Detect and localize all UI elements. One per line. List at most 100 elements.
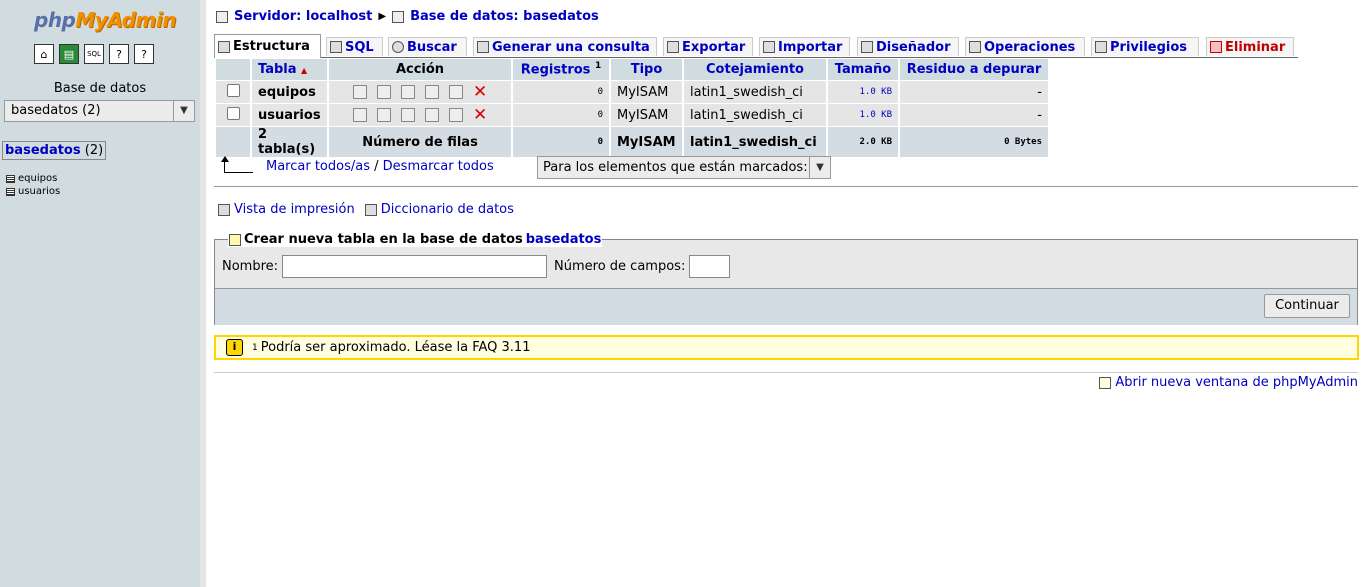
import-icon: [763, 41, 775, 53]
sort-asc-icon: ▲: [301, 66, 308, 75]
header-tipo[interactable]: Tipo: [611, 59, 682, 80]
uncheck-all-link[interactable]: Desmarcar todos: [383, 159, 494, 174]
export-icon: [667, 41, 679, 53]
fields-count-input[interactable]: [689, 255, 731, 278]
browse-icon[interactable]: [353, 108, 367, 122]
chevron-down-icon: ▼: [173, 101, 194, 121]
check-links: Marcar todos/as / Desmarcar todos: [266, 159, 494, 174]
summary-label: Número de filas: [329, 127, 511, 157]
row-checkbox-cell: [216, 104, 250, 126]
new-table-icon: [229, 233, 241, 246]
print-icon: [218, 203, 230, 216]
tab-importar[interactable]: Importar: [759, 37, 850, 56]
frame-divider[interactable]: [200, 0, 206, 587]
collation-value: latin1_swedish_ci: [684, 81, 826, 103]
table-header-row: Tabla ▲ Acción Registros 1 Tipo Cotejami…: [216, 59, 1048, 80]
tab-operaciones[interactable]: Operaciones: [965, 37, 1085, 56]
nav-icon-bar: ⌂ ▤ SQL ? ?: [34, 44, 154, 64]
header-checkbox-col: [216, 59, 250, 80]
row-actions: ✕: [329, 81, 511, 103]
search-icon[interactable]: [401, 108, 415, 122]
name-label: Nombre:: [222, 259, 279, 274]
empty-icon[interactable]: [449, 108, 463, 122]
table-name-input[interactable]: [282, 255, 548, 278]
arrow-up-icon: [221, 156, 253, 173]
search-icon[interactable]: [401, 85, 415, 99]
database-icon: [392, 10, 405, 23]
drop-icon[interactable]: ✕: [473, 107, 487, 124]
row-checkbox[interactable]: [226, 106, 240, 120]
structure-icon: [218, 40, 230, 53]
header-cotejamiento[interactable]: Cotejamiento: [684, 59, 826, 80]
collation-value: latin1_swedish_ci: [684, 104, 826, 126]
database-select[interactable]: basedatos (2) ▼: [4, 100, 195, 122]
summary-collation: latin1_swedish_ci: [684, 127, 826, 157]
header-tabla[interactable]: Tabla ▲: [252, 59, 327, 80]
type-value: MyISAM: [611, 81, 682, 103]
table-icon[interactable]: [6, 174, 15, 183]
help-icon[interactable]: ?: [134, 44, 154, 64]
drop-icon[interactable]: ✕: [473, 84, 487, 101]
summary-count: 2 tabla(s): [252, 127, 327, 157]
table-name[interactable]: equipos: [252, 81, 327, 103]
summary-overhead: 0 Bytes: [900, 127, 1048, 157]
check-all-link[interactable]: Marcar todos/as: [266, 159, 370, 174]
overhead-value: -: [900, 104, 1048, 126]
overhead-value: -: [900, 81, 1048, 103]
left-table-item[interactable]: equipos: [6, 173, 57, 184]
header-registros[interactable]: Registros 1: [513, 59, 609, 80]
current-database-link[interactable]: basedatos (2): [2, 141, 107, 160]
tab-generar-consulta[interactable]: Generar una consulta: [473, 37, 657, 56]
data-dictionary-link[interactable]: Diccionario de datos: [364, 202, 514, 217]
header-tamano[interactable]: Tamaño: [828, 59, 898, 80]
navigation-frame: phpMyAdmin ⌂ ▤ SQL ? ? Base de datos bas…: [0, 0, 200, 587]
tab-buscar[interactable]: Buscar: [388, 37, 467, 56]
server-link[interactable]: Servidor: localhost: [234, 9, 372, 24]
table-icon[interactable]: [6, 187, 15, 196]
tab-estructura[interactable]: Estructura: [214, 34, 321, 58]
table-row: equipos ✕ 0 MyISAM latin1_swedish_ci 1.0…: [216, 81, 1048, 103]
create-table-legend: Crear nueva tabla en la base de datos bas…: [228, 232, 603, 247]
header-residuo[interactable]: Residuo a depurar: [900, 59, 1048, 80]
query-icon[interactable]: ▤: [59, 44, 79, 64]
empty-icon[interactable]: [449, 85, 463, 99]
tab-exportar[interactable]: Exportar: [663, 37, 753, 56]
insert-icon[interactable]: [425, 85, 439, 99]
records-value: 0: [513, 81, 609, 103]
divider: [214, 372, 1358, 373]
structure-icon[interactable]: [377, 108, 391, 122]
table-name[interactable]: usuarios: [252, 104, 327, 126]
summary-records: 0: [513, 127, 609, 157]
create-table-form: Nombre: Número de campos:: [222, 255, 731, 278]
size-value[interactable]: 1.0 KB: [828, 81, 898, 103]
operations-icon: [969, 41, 981, 53]
table-row: usuarios ✕ 0 MyISAM latin1_swedish_ci 1.…: [216, 104, 1048, 126]
info-icon: i: [226, 339, 243, 356]
sql-icon: [330, 41, 342, 53]
tab-sql[interactable]: SQL: [326, 37, 383, 56]
chevron-down-icon: ▼: [809, 157, 830, 178]
print-view-link[interactable]: Vista de impresión: [218, 202, 355, 217]
phpmyadmin-logo[interactable]: phpMyAdmin: [34, 8, 176, 32]
row-checkbox-cell: [216, 81, 250, 103]
sql-icon[interactable]: SQL: [84, 44, 104, 64]
insert-icon[interactable]: [425, 108, 439, 122]
home-icon[interactable]: ⌂: [34, 44, 54, 64]
continue-button[interactable]: Continuar: [1264, 294, 1350, 318]
browse-icon[interactable]: [353, 85, 367, 99]
with-selected-select[interactable]: Para los elementos que están marcados: ▼: [537, 156, 831, 179]
summary-type: MyISAM: [611, 127, 682, 157]
row-checkbox[interactable]: [226, 83, 240, 97]
docs-icon[interactable]: ?: [109, 44, 129, 64]
database-link[interactable]: Base de datos: basedatos: [410, 9, 599, 24]
tab-eliminar[interactable]: Eliminar: [1206, 37, 1294, 56]
tab-privilegios[interactable]: Privilegios: [1091, 37, 1199, 56]
server-icon: [216, 10, 228, 23]
size-value[interactable]: 1.0 KB: [828, 104, 898, 126]
left-table-item[interactable]: usuarios: [6, 186, 60, 197]
new-window-link[interactable]: Abrir nueva ventana de phpMyAdmin: [1099, 375, 1358, 390]
tab-disenador[interactable]: Diseñador: [857, 37, 959, 56]
summary-size: 2.0 KB: [828, 127, 898, 157]
tables-list: Tabla ▲ Acción Registros 1 Tipo Cotejami…: [214, 58, 1050, 158]
structure-icon[interactable]: [377, 85, 391, 99]
